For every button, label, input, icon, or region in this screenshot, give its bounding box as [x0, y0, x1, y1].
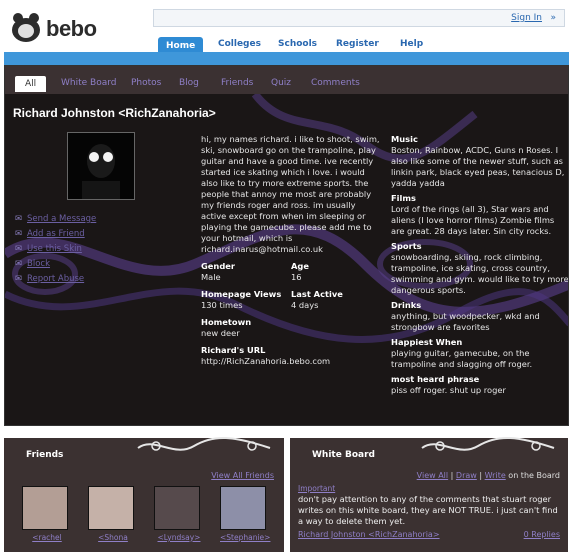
- send-message-link[interactable]: ✉ Send a Message: [15, 214, 96, 229]
- whiteboard-entry-text: don't pay attention to any of the commen…: [298, 494, 558, 526]
- views-value: 130 times: [201, 300, 243, 310]
- friends-box: Friends View All Friends <rachel <Shona …: [4, 437, 284, 552]
- envelope-icon: ✉: [15, 259, 23, 269]
- friend-card[interactable]: <Lyndsay>: [154, 486, 204, 542]
- add-friend-link[interactable]: ✉ Add as Friend: [15, 229, 96, 244]
- tab-white-board[interactable]: White Board: [61, 78, 116, 88]
- hometown-value: new deer: [201, 328, 240, 338]
- whiteboard-title: White Board: [312, 450, 375, 460]
- sports-value: snowboarding, skiing, rock climbing, tra…: [391, 252, 569, 295]
- gender-label: Gender: [201, 261, 236, 271]
- url-label: Richard's URL: [201, 345, 266, 355]
- write-link[interactable]: Write: [485, 471, 506, 480]
- films-label: Films: [391, 193, 416, 203]
- friend-name[interactable]: <Stephanie>: [220, 533, 270, 542]
- tab-quiz[interactable]: Quiz: [271, 78, 291, 88]
- happiest-value: playing guitar, gamecube, on the trampol…: [391, 348, 533, 369]
- friend-card[interactable]: <Stephanie>: [220, 486, 270, 542]
- last-active-value: 4 days: [291, 300, 319, 310]
- friend-photo[interactable]: [22, 486, 68, 530]
- hometown-label: Hometown: [201, 317, 252, 327]
- friend-name[interactable]: <Shona: [88, 533, 138, 542]
- gender-value: Male: [201, 272, 221, 282]
- friend-photo[interactable]: [220, 486, 266, 530]
- phrase-label: most heard phrase: [391, 374, 480, 384]
- whiteboard-author-link[interactable]: Richard Johnston <RichZanahoria>: [298, 530, 440, 539]
- view-all-friends-link[interactable]: View All Friends: [211, 471, 274, 480]
- whiteboard-links: View All | Draw | Write on the Board: [417, 471, 560, 480]
- profile-interests: Music Boston, Rainbow, ACDC, Guns n Rose…: [391, 134, 569, 396]
- whiteboard-box: White Board View All | Draw | Write on t…: [290, 437, 568, 552]
- tab-all[interactable]: All: [15, 76, 47, 92]
- scroll-ornament: [137, 437, 271, 451]
- whiteboard-replies-link[interactable]: 0 Replies: [524, 530, 560, 539]
- portrait-image: [68, 133, 134, 199]
- scroll-ornament: [421, 437, 555, 451]
- links-suffix: on the Board: [508, 471, 560, 480]
- profile-tabs: All White Board Photos Blog Friends Quiz…: [5, 66, 568, 96]
- films-value: Lord of the rings (all 3), Star wars and…: [391, 204, 555, 236]
- bio-text: hi, my names richard. i like to shoot, s…: [201, 134, 380, 254]
- tab-photos[interactable]: Photos: [131, 78, 161, 88]
- friends-title: Friends: [26, 450, 64, 460]
- top-header: bebo Sign In » Home Colleges Schools Reg…: [0, 0, 570, 65]
- block-link[interactable]: ✉ Block: [15, 259, 96, 274]
- last-active-label: Last Active: [291, 289, 343, 299]
- friend-photo[interactable]: [88, 486, 134, 530]
- friend-photo[interactable]: [154, 486, 200, 530]
- friend-name[interactable]: <rachel: [22, 533, 72, 542]
- report-abuse-link[interactable]: ✉ Report Abuse: [15, 274, 96, 289]
- arrow-icon: »: [550, 13, 556, 23]
- envelope-icon: ✉: [15, 274, 23, 284]
- profile-content: Richard Johnston <RichZanahoria> ✉ Send a…: [5, 94, 569, 425]
- profile-panel: All White Board Photos Blog Friends Quiz…: [4, 65, 569, 426]
- sports-label: Sports: [391, 241, 422, 251]
- draw-link[interactable]: Draw: [456, 471, 477, 480]
- age-label: Age: [291, 261, 309, 271]
- music-label: Music: [391, 134, 418, 144]
- separator: |: [479, 471, 483, 480]
- phrase-value: piss off roger. shut up roger: [391, 385, 506, 395]
- url-value[interactable]: http://RichZanahoria.bebo.com: [201, 356, 381, 367]
- profile-name: Richard Johnston <RichZanahoria>: [13, 106, 216, 120]
- tab-blog[interactable]: Blog: [179, 78, 199, 88]
- tab-comments[interactable]: Comments: [311, 78, 360, 88]
- music-value: Boston, Rainbow, ACDC, Guns n Roses. I a…: [391, 145, 565, 188]
- profile-details: hi, my names richard. i like to shoot, s…: [201, 134, 381, 367]
- whiteboard-entry-label[interactable]: Important: [298, 484, 335, 493]
- envelope-icon: ✉: [15, 244, 23, 254]
- drinks-label: Drinks: [391, 300, 422, 310]
- happiest-label: Happiest When: [391, 337, 463, 347]
- drinks-value: anything, but woodpecker, wkd and strong…: [391, 311, 540, 332]
- age-value: 16: [291, 272, 302, 282]
- friend-card[interactable]: <rachel: [22, 486, 72, 542]
- sign-in-link[interactable]: Sign In: [511, 13, 542, 23]
- friend-card[interactable]: <Shona: [88, 486, 138, 542]
- nav-underline: [4, 52, 569, 65]
- views-label: Homepage Views: [201, 289, 282, 299]
- profile-actions: ✉ Send a Message ✉ Add as Friend ✉ Use this…: [15, 214, 96, 289]
- separator: |: [450, 471, 454, 480]
- use-skin-link[interactable]: ✉ Use this Skin: [15, 244, 96, 259]
- signin-bar: Sign In »: [153, 9, 565, 27]
- profile-photo[interactable]: [67, 132, 135, 200]
- envelope-icon: ✉: [15, 214, 23, 224]
- envelope-icon: ✉: [15, 229, 23, 239]
- tab-friends[interactable]: Friends: [221, 78, 253, 88]
- friend-name[interactable]: <Lyndsay>: [154, 533, 204, 542]
- view-all-link[interactable]: View All: [417, 471, 448, 480]
